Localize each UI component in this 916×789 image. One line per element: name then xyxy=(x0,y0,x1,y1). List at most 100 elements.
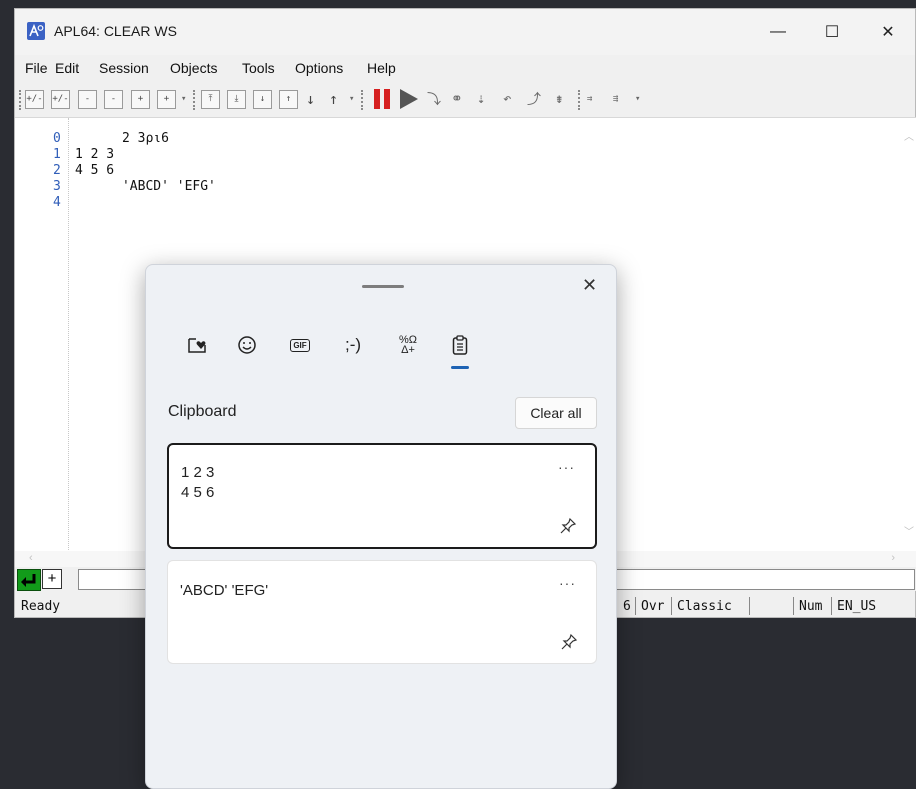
status-num: Num xyxy=(799,599,823,614)
status-ready: Ready xyxy=(21,599,61,614)
toolbar-overflow-icon[interactable]: ▾ xyxy=(181,87,186,111)
step-back-icon[interactable]: ↶ xyxy=(503,87,511,111)
toolbar-overflow-icon-2[interactable]: ▾ xyxy=(349,87,354,111)
status-divider xyxy=(831,597,832,615)
move-top-button[interactable]: ⤒ xyxy=(201,87,220,111)
minimize-button[interactable]: — xyxy=(755,17,801,47)
move-down-button[interactable]: ⤓ xyxy=(227,87,246,111)
line-number: 1 xyxy=(53,147,61,162)
panel-close-icon[interactable]: ✕ xyxy=(582,275,597,296)
expand-all-icon: +/- xyxy=(25,89,44,109)
tab-clipboard[interactable] xyxy=(445,333,475,357)
clipboard-panel: ✕ GIF ;-) %Ω Δ+ Clipboard Clear all 1 2 3… xyxy=(145,264,617,789)
more-options-icon[interactable]: ··· xyxy=(559,575,576,591)
move-bottom-button[interactable]: ↓ xyxy=(253,87,272,111)
maximize-icon: ☐ xyxy=(824,24,840,41)
pin-icon[interactable] xyxy=(559,517,577,535)
clipboard-item-text: 'ABCD' 'EFG' xyxy=(180,582,269,599)
step-icon[interactable]: ⤵ xyxy=(427,87,441,111)
title-bar: APL64: CLEAR WS — ☐ ✕ xyxy=(15,9,915,55)
gif-icon: GIF xyxy=(290,338,310,352)
menu-tools[interactable]: Tools xyxy=(242,60,275,76)
more-options-icon[interactable]: ··· xyxy=(558,459,575,475)
pause-icon[interactable] xyxy=(371,87,395,111)
toolbar-separator xyxy=(193,90,197,110)
maximize-button[interactable]: ☐ xyxy=(809,17,855,47)
tab-kaomoji-favorites[interactable] xyxy=(182,333,212,357)
menu-objects[interactable]: Objects xyxy=(170,60,217,76)
code-line: 4 5 6 xyxy=(75,163,115,178)
scroll-down-icon[interactable]: ﹀ xyxy=(904,523,914,538)
arrow-up-icon[interactable]: ↑ xyxy=(329,87,338,111)
step-over-icon[interactable]: ⇟ xyxy=(555,87,563,111)
status-overwrite: Ovr xyxy=(641,599,665,614)
symbols-icon: %Ω Δ+ xyxy=(398,334,417,356)
toolbar-button-collapse-curr[interactable]: - xyxy=(104,87,123,111)
clipboard-title: Clipboard xyxy=(168,403,237,420)
move-up-button[interactable]: ↑ xyxy=(279,87,298,111)
clipboard-item[interactable]: 'ABCD' 'EFG' ··· xyxy=(167,560,597,664)
apl-app-icon xyxy=(27,22,45,40)
menu-options[interactable]: Options xyxy=(295,60,343,76)
code-line: 2 3⍴⍳6 xyxy=(75,131,169,146)
line-number: 3 xyxy=(53,179,61,194)
menu-session[interactable]: Session xyxy=(99,60,149,76)
compare-icon[interactable]: ⇉ xyxy=(587,87,592,111)
close-button[interactable]: ✕ xyxy=(865,17,911,47)
move-down-icon: ⤓ xyxy=(227,89,246,109)
tab-symbols[interactable]: %Ω Δ+ xyxy=(393,333,423,357)
line-number: 4 xyxy=(53,195,61,210)
scroll-up-icon[interactable]: ︿ xyxy=(904,128,914,143)
scroll-left-icon[interactable]: ‹ xyxy=(29,552,33,564)
toolbar-grip xyxy=(19,90,23,110)
enter-button[interactable] xyxy=(17,569,41,591)
status-divider xyxy=(749,597,750,615)
menu-file[interactable]: File xyxy=(25,60,48,76)
clear-all-button[interactable]: Clear all xyxy=(515,397,597,429)
move-top-icon: ⤒ xyxy=(201,89,220,109)
code-line: 'ABCD' 'EFG' xyxy=(75,179,216,194)
emoji-icon xyxy=(238,336,256,354)
merge-icon[interactable]: ⇶ xyxy=(613,87,618,111)
status-column: 6 xyxy=(623,599,631,614)
close-icon: ✕ xyxy=(881,24,895,41)
clipboard-item[interactable]: 1 2 3 4 5 6 ··· xyxy=(167,443,597,549)
toolbar-button-collapse-all[interactable]: - xyxy=(78,87,97,111)
tab-gif[interactable]: GIF xyxy=(285,333,315,357)
clipboard-item-text: 1 2 3 4 5 6 xyxy=(181,464,215,501)
toolbar-button-add-all[interactable]: + xyxy=(131,87,150,111)
menu-edit[interactable]: Edit xyxy=(55,60,79,76)
pin-icon[interactable] xyxy=(560,633,578,651)
status-mode: Classic xyxy=(677,599,732,614)
drag-handle[interactable] xyxy=(362,285,404,288)
window-title: APL64: CLEAR WS xyxy=(54,23,177,39)
arrow-down-icon[interactable]: ↓ xyxy=(306,87,315,111)
line-number: 0 xyxy=(53,131,61,146)
toolbar-button-expand-all[interactable]: +/- xyxy=(25,87,44,111)
active-tab-indicator xyxy=(451,366,469,369)
expand-button[interactable]: + xyxy=(42,569,62,589)
status-divider xyxy=(635,597,636,615)
trace-icon[interactable]: ⚭ xyxy=(451,87,463,111)
tab-emoji[interactable] xyxy=(232,333,262,357)
run-icon[interactable] xyxy=(397,87,421,111)
favorites-icon xyxy=(188,338,206,353)
expand-curr-icon: +/- xyxy=(51,89,70,109)
scroll-right-icon[interactable]: › xyxy=(891,552,895,564)
menu-help[interactable]: Help xyxy=(367,60,396,76)
plus-icon: + xyxy=(47,570,57,587)
status-divider xyxy=(793,597,794,615)
toolbar-overflow-icon-3[interactable]: ▾ xyxy=(635,87,640,111)
step-into-icon[interactable]: ⇣ xyxy=(477,87,485,111)
status-divider xyxy=(671,597,672,615)
enter-icon xyxy=(21,574,36,587)
toolbar-button-add-curr[interactable]: + xyxy=(157,87,176,111)
step-out-icon[interactable]: ⤴ xyxy=(527,87,541,111)
toolbar-separator-2 xyxy=(361,90,365,110)
toolbar-button-expand-curr[interactable]: +/- xyxy=(51,87,70,111)
collapse-all-icon: - xyxy=(78,89,97,109)
menu-bar: File Edit Session Objects Tools Options … xyxy=(15,57,915,79)
line-number-gutter xyxy=(15,118,69,552)
tab-kaomoji[interactable]: ;-) xyxy=(338,333,368,357)
add-curr-icon: + xyxy=(157,89,176,109)
